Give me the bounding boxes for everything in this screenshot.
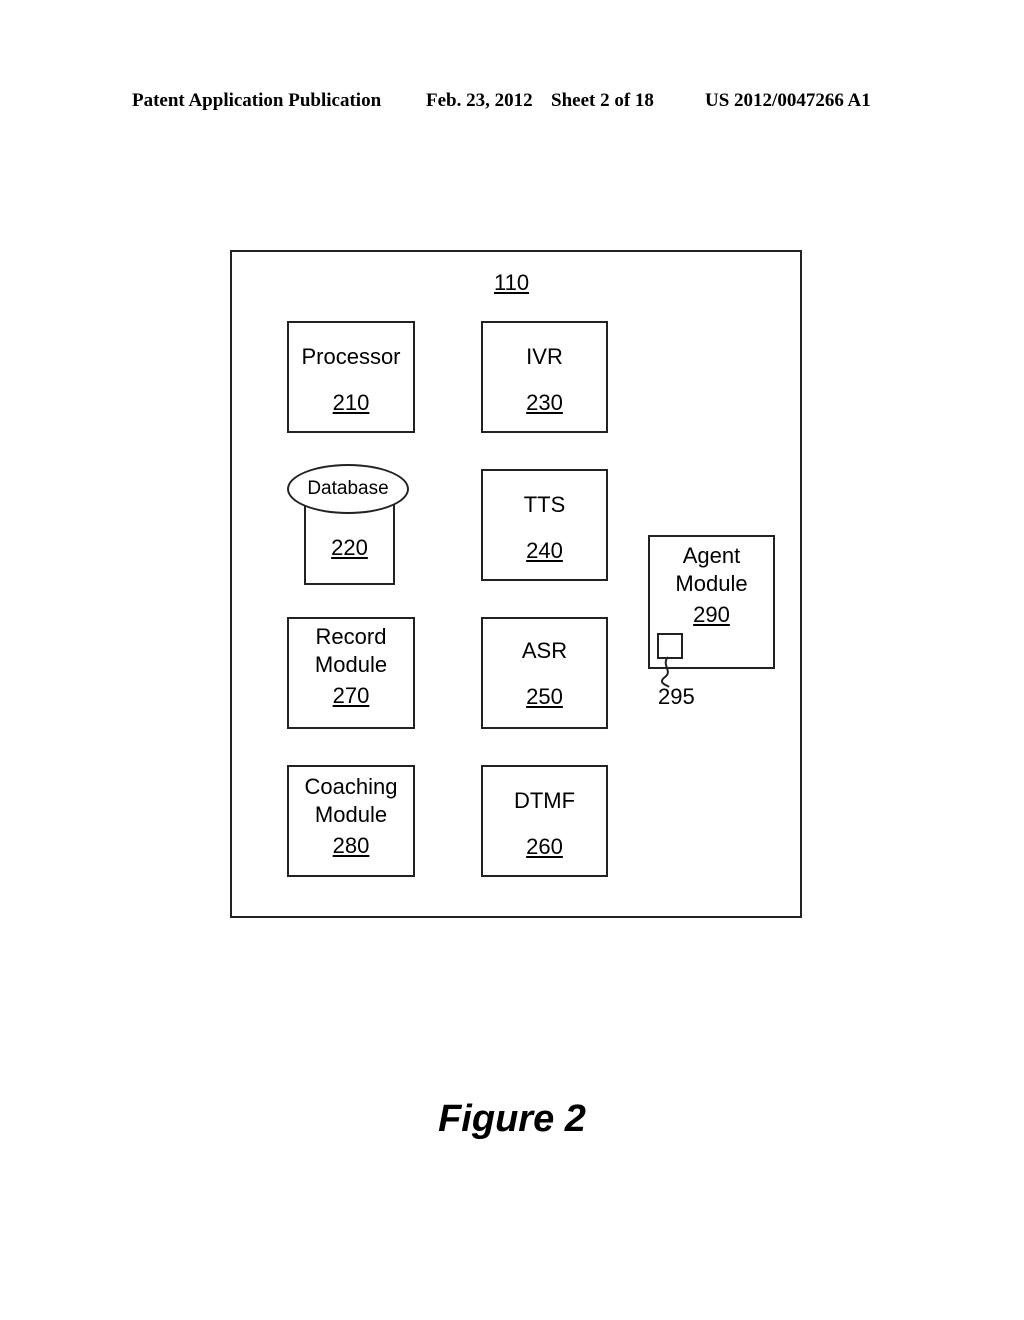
block-label-line2: Module [314,802,388,827]
record-module-block: Record Module 270 [287,617,415,729]
block-label: Processor [301,344,401,369]
ivr-block: IVR 230 [481,321,608,433]
block-ref: 280 [332,833,370,858]
block-ref: 270 [332,683,370,708]
block-label-line1: Record [315,624,387,649]
database-cylinder-top: Database [287,464,409,514]
asr-block: ASR 250 [481,617,608,729]
block-label-line1: Coaching [304,774,398,799]
block-label: ASR [521,638,568,663]
container-ref: 110 [494,270,530,295]
coaching-module-block: Coaching Module 280 [287,765,415,877]
block-label: IVR [526,344,563,369]
block-ref: 290 [693,602,730,627]
block-ref: 210 [332,390,370,415]
block-label-line2: Module [675,571,748,596]
block-ref: 220 [331,535,368,560]
sheet-number: Sheet 2 of 18 [551,90,654,111]
block-label-line1: Agent [682,543,741,568]
block-ref: 240 [526,538,563,563]
sub-element-ref: 295 [658,684,695,709]
block-label-line2: Module [314,652,388,677]
tts-block: TTS 240 [481,469,608,581]
block-label: TTS [523,492,566,517]
processor-block: Processor 210 [287,321,415,433]
agent-module-block: Agent Module 290 [648,535,775,669]
block-label: Database [307,478,389,499]
block-ref: 230 [526,390,563,415]
publication-date: Feb. 23, 2012 [426,90,533,111]
block-ref: 260 [526,834,563,859]
dtmf-block: DTMF 260 [481,765,608,877]
figure-caption: Figure 2 [438,1098,586,1140]
patent-number: US 2012/0047266 A1 [705,90,871,111]
publication-label: Patent Application Publication [132,90,382,111]
block-label: DTMF [513,788,576,813]
block-ref: 250 [526,684,563,709]
